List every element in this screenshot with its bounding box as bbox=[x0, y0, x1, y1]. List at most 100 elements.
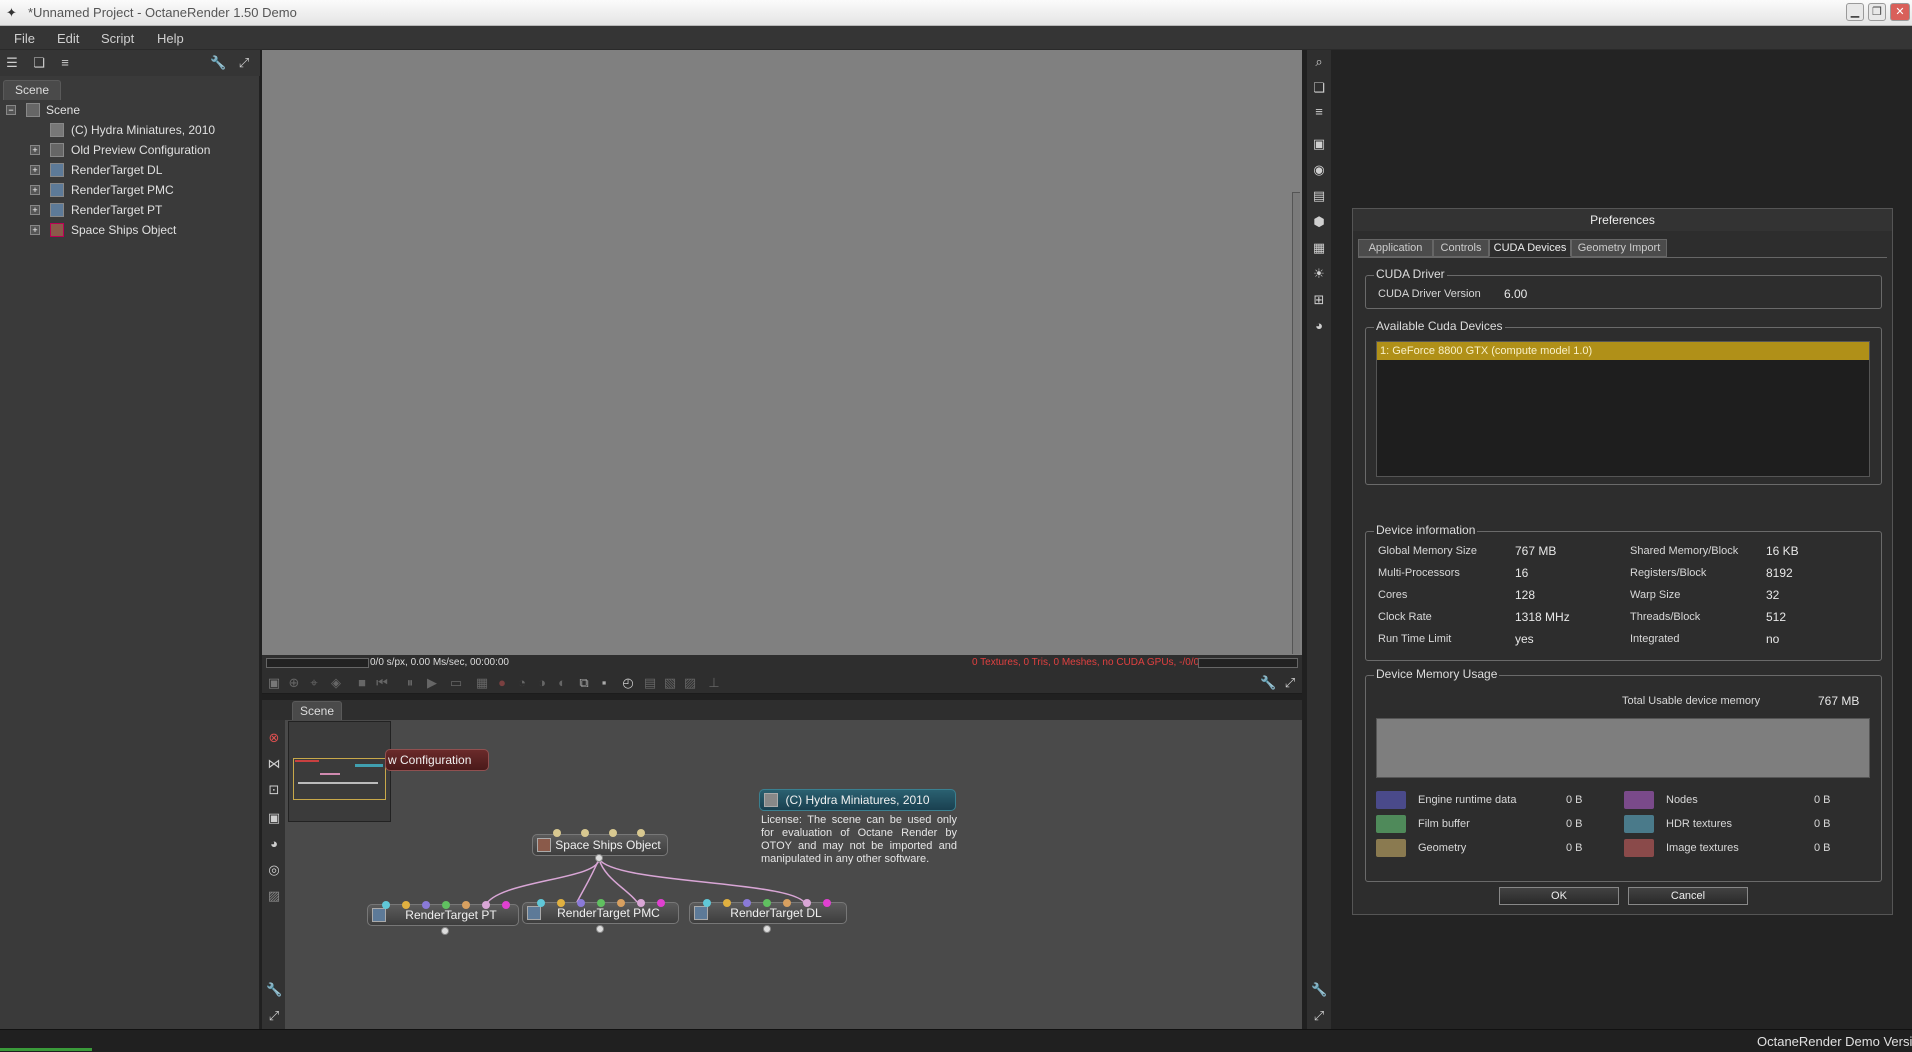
input-pin[interactable] bbox=[803, 899, 811, 907]
pause-icon[interactable]: ⏸ bbox=[402, 675, 418, 691]
outliner-collapse-icon[interactable]: ≡ bbox=[57, 55, 73, 71]
ok-button[interactable]: OK bbox=[1499, 887, 1619, 905]
kernel-icon[interactable]: ⬢ bbox=[1311, 214, 1327, 230]
mesh-object-icon[interactable]: ◕ bbox=[266, 836, 282, 852]
fullscreen-icon[interactable]: ⤢ bbox=[266, 1008, 282, 1024]
tab-geometry-import[interactable]: Geometry Import bbox=[1571, 239, 1667, 257]
input-pin[interactable] bbox=[703, 899, 711, 907]
copy-image-icon[interactable]: ▪ bbox=[596, 675, 612, 691]
wrench-icon[interactable]: 🔧 bbox=[1260, 675, 1276, 691]
mesh-object-icon[interactable]: ◕ bbox=[1311, 318, 1327, 334]
inspector-icon[interactable]: ⌕ bbox=[1311, 54, 1327, 70]
tree-item-rendertarget-pmc[interactable]: + RenderTarget PMC bbox=[0, 180, 258, 200]
viewport-scrollbar[interactable] bbox=[1292, 192, 1300, 654]
tree-item-rendertarget-dl[interactable]: + RenderTarget DL bbox=[0, 160, 258, 180]
outliner-layers-icon[interactable]: ❏ bbox=[31, 55, 47, 71]
list-icon[interactable]: ≡ bbox=[1311, 104, 1327, 120]
input-pin[interactable] bbox=[557, 899, 565, 907]
output-pin[interactable] bbox=[595, 854, 603, 862]
input-pin[interactable] bbox=[502, 901, 510, 909]
layers-icon[interactable]: ❏ bbox=[1311, 80, 1327, 96]
input-pin[interactable] bbox=[783, 899, 791, 907]
graph-misc-icon[interactable]: ▨ bbox=[266, 888, 282, 904]
material-picker-icon[interactable]: ● bbox=[494, 675, 510, 691]
collapse-icon[interactable]: − bbox=[6, 105, 16, 115]
camera-reset-icon[interactable]: ▣ bbox=[266, 675, 282, 691]
input-pin[interactable] bbox=[823, 899, 831, 907]
node-space-ships-object[interactable]: Space Ships Object bbox=[532, 834, 668, 856]
input-pin[interactable] bbox=[462, 901, 470, 909]
input-pin[interactable] bbox=[581, 829, 589, 837]
environment-icon[interactable]: ◎ bbox=[266, 862, 282, 878]
menu-help[interactable]: Help bbox=[157, 31, 184, 46]
tab-cuda-devices[interactable]: CUDA Devices bbox=[1489, 239, 1571, 257]
device-list-item[interactable]: 1: GeForce 8800 GTX (compute model 1.0) bbox=[1377, 342, 1869, 360]
output-pin[interactable] bbox=[596, 925, 604, 933]
fullscreen-icon[interactable]: ⤢ bbox=[1282, 675, 1298, 691]
tree-item-preview-config[interactable]: + Old Preview Configuration bbox=[0, 140, 258, 160]
tree-item-space-ships[interactable]: + Space Ships Object bbox=[0, 220, 258, 240]
expand-icon[interactable]: + bbox=[30, 165, 40, 175]
minimize-icon[interactable]: ▁ bbox=[1846, 3, 1864, 21]
input-pin[interactable] bbox=[609, 829, 617, 837]
sun-icon[interactable]: ☀ bbox=[1311, 266, 1327, 282]
white-balance-icon[interactable]: ◐ bbox=[554, 675, 570, 691]
wrench-icon[interactable]: 🔧 bbox=[1311, 982, 1327, 998]
node-hydra-comment[interactable]: (C) Hydra Miniatures, 2010 bbox=[759, 789, 956, 811]
input-pin[interactable] bbox=[382, 901, 390, 909]
maximize-icon[interactable]: ❐ bbox=[1868, 3, 1886, 21]
input-pin[interactable] bbox=[637, 899, 645, 907]
outliner-expand-icon[interactable]: ☰ bbox=[4, 55, 20, 71]
input-pin[interactable] bbox=[723, 899, 731, 907]
tree-item-scene-root[interactable]: − Scene bbox=[0, 100, 258, 120]
cancel-button[interactable]: Cancel bbox=[1628, 887, 1748, 905]
resolution-icon[interactable]: ⊞ bbox=[1311, 292, 1327, 308]
histogram-icon[interactable]: ▦ bbox=[474, 675, 490, 691]
play-icon[interactable]: ▶ bbox=[424, 675, 440, 691]
imager-icon[interactable]: ▤ bbox=[1311, 188, 1327, 204]
wrench-icon[interactable]: 🔧 bbox=[266, 982, 282, 998]
tree-item-rendertarget-pt[interactable]: + RenderTarget PT bbox=[0, 200, 258, 220]
node-graph-editor[interactable]: w Configuration (C) Hydra Miniatures, 20… bbox=[285, 720, 1302, 1029]
input-pin[interactable] bbox=[637, 829, 645, 837]
clay-icon[interactable]: ▧ bbox=[662, 675, 678, 691]
render-viewport[interactable] bbox=[262, 50, 1302, 655]
fullscreen-icon[interactable]: ⤢ bbox=[1311, 1008, 1327, 1024]
restart-icon[interactable]: ⏮ bbox=[374, 675, 390, 691]
display-icon[interactable]: ▭ bbox=[448, 675, 464, 691]
focus-icon[interactable]: ⌖ bbox=[306, 675, 322, 691]
input-pin[interactable] bbox=[402, 901, 410, 909]
output-pin[interactable] bbox=[763, 925, 771, 933]
expand-icon[interactable]: + bbox=[30, 225, 40, 235]
camera-icon[interactable]: ◉ bbox=[1311, 162, 1327, 178]
node-preview-configuration[interactable]: w Configuration bbox=[385, 749, 489, 771]
input-pin[interactable] bbox=[577, 899, 585, 907]
tab-controls[interactable]: Controls bbox=[1433, 239, 1489, 257]
expand-icon[interactable]: + bbox=[30, 205, 40, 215]
menu-edit[interactable]: Edit bbox=[57, 31, 79, 46]
object-picker-icon[interactable]: ◔ bbox=[514, 675, 530, 691]
focus-picker-icon[interactable]: ◑ bbox=[534, 675, 550, 691]
input-pin[interactable] bbox=[657, 899, 665, 907]
tab-scene[interactable]: Scene bbox=[3, 80, 61, 100]
region-icon[interactable]: ◈ bbox=[328, 675, 344, 691]
graph-navigator[interactable] bbox=[288, 721, 391, 822]
input-pin[interactable] bbox=[482, 901, 490, 909]
expand-icon[interactable]: + bbox=[30, 145, 40, 155]
expand-icon[interactable]: + bbox=[30, 185, 40, 195]
expand-graph-icon[interactable]: ⊡ bbox=[266, 782, 282, 798]
close-icon[interactable]: ✕ bbox=[1890, 3, 1910, 21]
recenter-icon[interactable]: ⊕ bbox=[286, 675, 302, 691]
menu-script[interactable]: Script bbox=[101, 31, 134, 46]
input-pin[interactable] bbox=[597, 899, 605, 907]
stop-icon[interactable]: ■ bbox=[354, 675, 370, 691]
gauge-icon[interactable]: ◴ bbox=[620, 675, 636, 691]
input-pin[interactable] bbox=[617, 899, 625, 907]
wrench-icon[interactable]: 🔧 bbox=[210, 55, 226, 71]
menu-file[interactable]: File bbox=[14, 31, 35, 46]
input-pin[interactable] bbox=[763, 899, 771, 907]
rendertarget-icon[interactable]: ▣ bbox=[266, 810, 282, 826]
input-pin[interactable] bbox=[743, 899, 751, 907]
tab-graph-scene[interactable]: Scene bbox=[292, 701, 342, 721]
pin-icon[interactable]: ⊥ bbox=[706, 675, 722, 691]
